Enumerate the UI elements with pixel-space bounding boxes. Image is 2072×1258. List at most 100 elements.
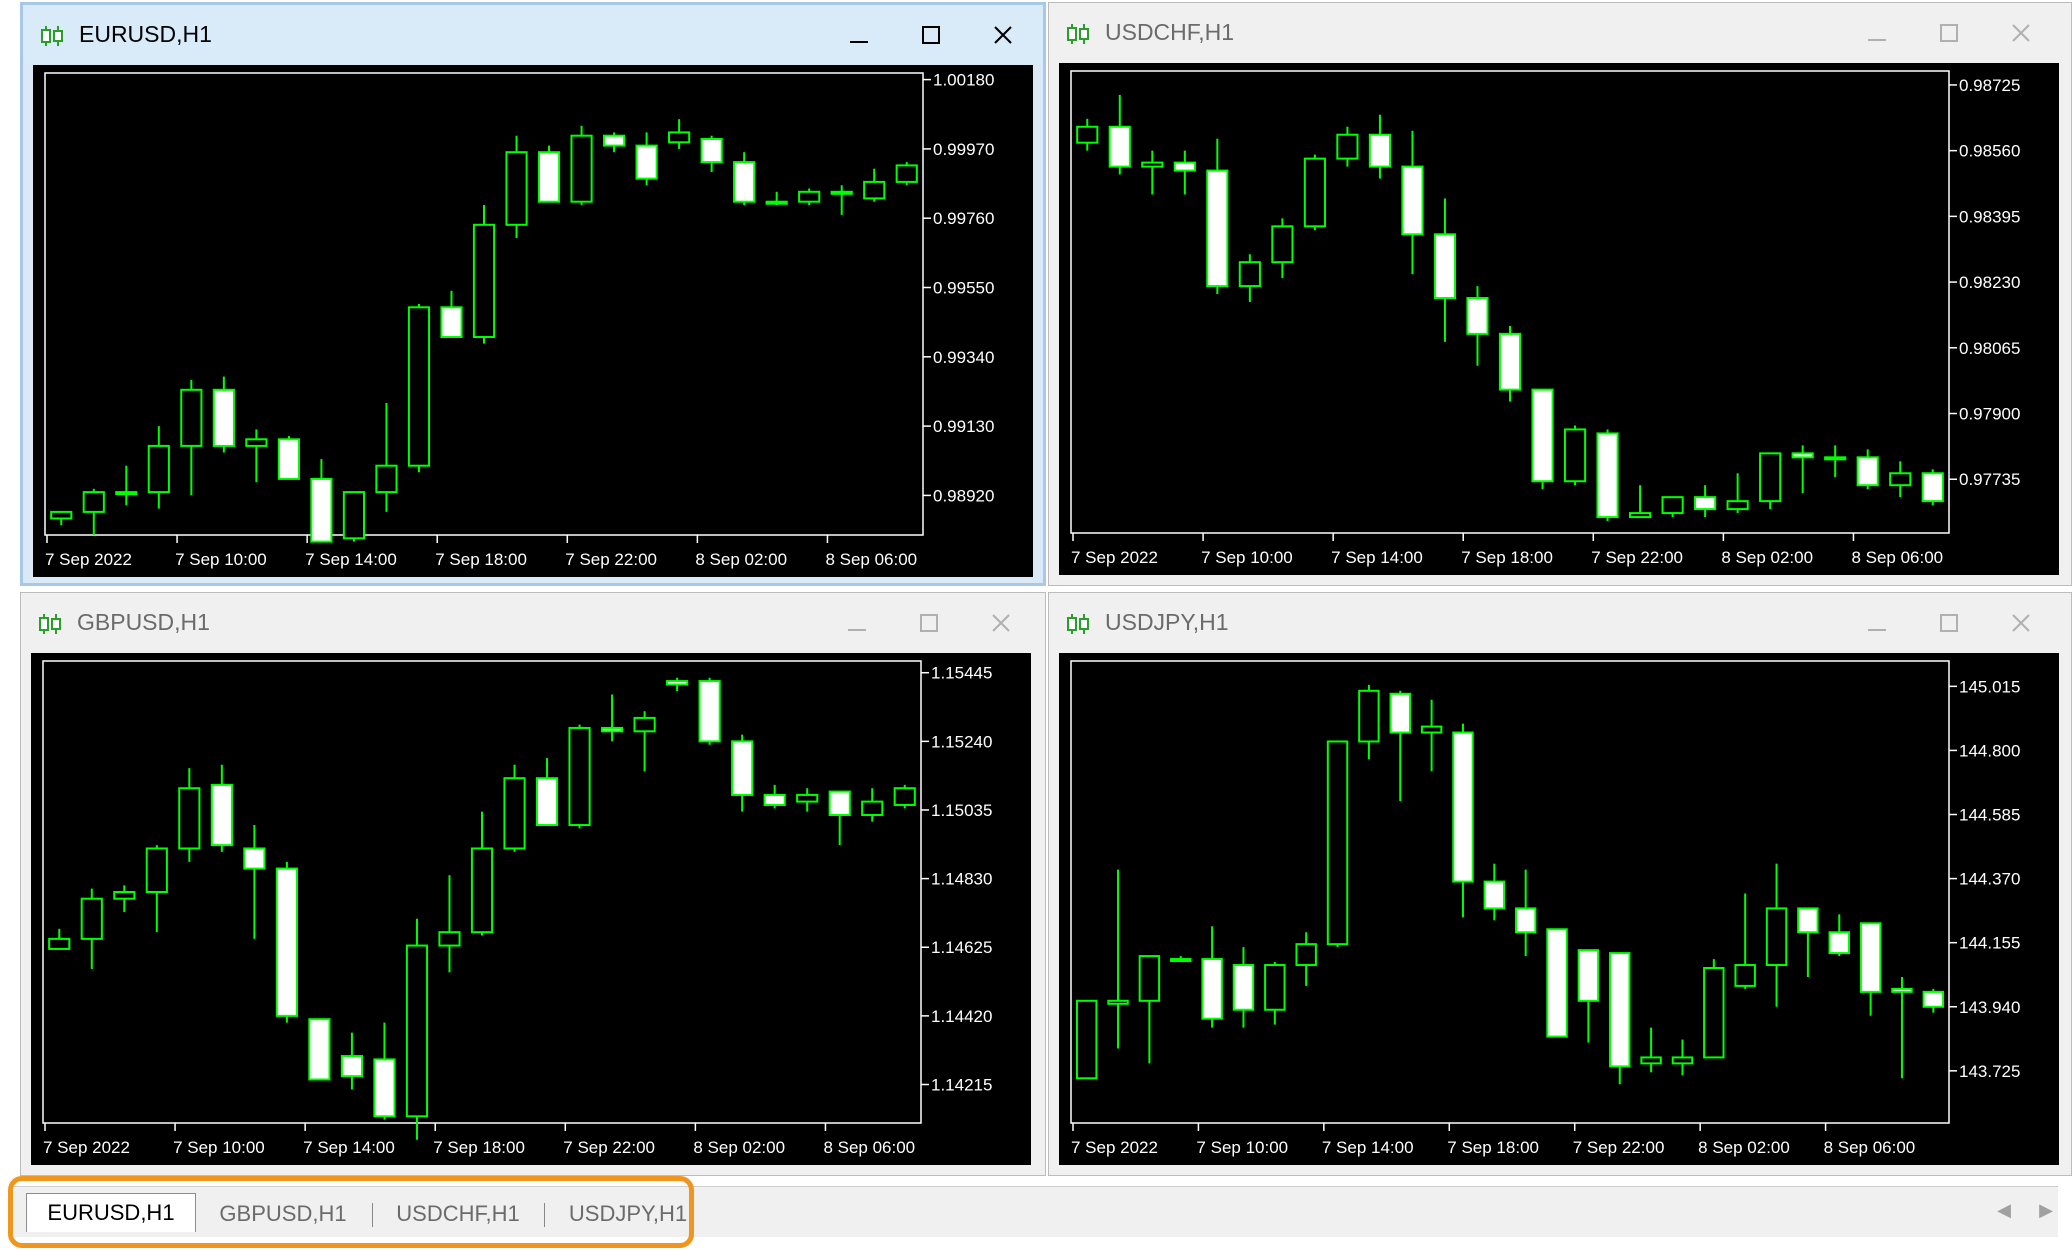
candle bbox=[1401, 130, 1424, 275]
maximize-icon bbox=[920, 614, 938, 632]
minimize-button[interactable] bbox=[1857, 607, 1897, 639]
candle-body bbox=[1514, 907, 1537, 934]
candle-body bbox=[600, 726, 624, 733]
candle bbox=[342, 491, 366, 542]
minimize-button[interactable] bbox=[1857, 17, 1897, 49]
time-label: 7 Sep 22:00 bbox=[563, 1138, 655, 1157]
candle-body bbox=[765, 200, 788, 205]
candle bbox=[1856, 449, 1879, 490]
price-label: 0.99340 bbox=[933, 348, 994, 367]
candle-body bbox=[1483, 880, 1506, 910]
candle-body bbox=[763, 793, 786, 806]
candle-body bbox=[1206, 169, 1229, 288]
chart-area[interactable]: 1.15445 1.15240 1.15035 1.14830 1.14625 1.144… bbox=[31, 653, 1031, 1165]
candle bbox=[1759, 452, 1782, 510]
candle-body bbox=[405, 944, 429, 1118]
candle bbox=[407, 304, 431, 473]
candle bbox=[733, 152, 756, 205]
candle-body bbox=[1420, 725, 1443, 734]
time-label: 8 Sep 02:00 bbox=[1721, 548, 1813, 567]
candle-body bbox=[1075, 999, 1098, 1080]
candle bbox=[178, 768, 201, 862]
candle bbox=[503, 764, 526, 852]
minimize-icon bbox=[848, 629, 866, 631]
candle bbox=[1703, 959, 1725, 1059]
chart-window-usdchf[interactable]: USDCHF,H1 0.98725 0.98560 0.98395 0.98230 0.… bbox=[1048, 2, 2072, 586]
candle-body bbox=[1466, 297, 1489, 335]
chart-window-eurusd[interactable]: EURUSD,H1 1.00180 0.99970 0.99760 0.99550 0.… bbox=[20, 2, 1046, 586]
candle-body bbox=[1108, 125, 1131, 168]
price-chart-svg: 1.15445 1.15240 1.15035 1.14830 1.14625 1.144… bbox=[42, 660, 992, 1157]
candle-body bbox=[1563, 428, 1587, 483]
close-button[interactable] bbox=[2001, 607, 2041, 639]
time-label: 8 Sep 06:00 bbox=[1851, 548, 1943, 567]
candle bbox=[1201, 926, 1223, 1028]
title-bar[interactable]: GBPUSD,H1 bbox=[21, 593, 1045, 651]
candle bbox=[1828, 914, 1850, 957]
chart-area[interactable]: 1.00180 0.99970 0.99760 0.99550 0.99340 0.991… bbox=[33, 65, 1033, 577]
chart-window-usdjpy[interactable]: USDJPY,H1 145.015 144.800 144.585 144.370 14… bbox=[1048, 592, 2072, 1176]
candle bbox=[895, 162, 918, 186]
candle bbox=[1466, 286, 1489, 366]
candle-body bbox=[535, 777, 559, 827]
title-bar[interactable]: USDCHF,H1 bbox=[1049, 3, 2071, 61]
chart-window-gbpusd[interactable]: GBPUSD,H1 1.15445 1.15240 1.15035 1.14830 1.… bbox=[20, 592, 1046, 1176]
candle bbox=[1734, 893, 1756, 989]
candle-body bbox=[340, 1055, 364, 1078]
title-bar[interactable]: EURUSD,H1 bbox=[23, 5, 1043, 63]
price-label: 0.98065 bbox=[1959, 339, 2020, 358]
candle bbox=[698, 677, 721, 745]
scroll-right-icon[interactable]: ▶ bbox=[2036, 1200, 2056, 1220]
maximize-button[interactable] bbox=[911, 19, 951, 51]
price-label: 144.585 bbox=[1959, 806, 2020, 825]
close-button[interactable] bbox=[981, 607, 1021, 639]
candle-body bbox=[1596, 432, 1619, 519]
candle-body bbox=[180, 388, 203, 447]
candle bbox=[635, 132, 658, 186]
candle bbox=[1264, 962, 1286, 1025]
candle-body bbox=[178, 787, 201, 850]
close-button[interactable] bbox=[983, 19, 1023, 51]
candle bbox=[277, 436, 300, 480]
candlestick-chart-icon bbox=[41, 26, 63, 46]
maximize-button[interactable] bbox=[909, 607, 949, 639]
maximize-button[interactable] bbox=[1929, 17, 1969, 49]
candle bbox=[1420, 699, 1443, 772]
minimize-button[interactable] bbox=[839, 19, 879, 51]
candle-body bbox=[1828, 931, 1850, 955]
time-label: 7 Sep 2022 bbox=[1071, 548, 1158, 567]
candle bbox=[1694, 485, 1717, 518]
candle bbox=[48, 928, 71, 950]
candle-body bbox=[1628, 512, 1652, 519]
time-label: 7 Sep 18:00 bbox=[1461, 548, 1553, 567]
candle bbox=[1531, 388, 1554, 490]
chart-area[interactable]: 0.98725 0.98560 0.98395 0.98230 0.98065 0.979… bbox=[1059, 63, 2059, 575]
candle-body bbox=[48, 937, 71, 950]
scroll-left-icon[interactable]: ◀ bbox=[1994, 1200, 2014, 1220]
title-bar[interactable]: USDJPY,H1 bbox=[1049, 593, 2071, 651]
maximize-icon bbox=[922, 26, 940, 44]
minimize-button[interactable] bbox=[837, 607, 877, 639]
chart-area[interactable]: 145.015 144.800 144.585 144.370 144.155 143.9… bbox=[1059, 653, 2059, 1165]
candle bbox=[1358, 684, 1380, 760]
candle bbox=[113, 885, 136, 913]
candle-body bbox=[1498, 332, 1522, 391]
time-label: 7 Sep 22:00 bbox=[1591, 548, 1683, 567]
candle bbox=[212, 376, 235, 453]
candle bbox=[115, 465, 138, 506]
candle bbox=[1107, 869, 1129, 1049]
close-button[interactable] bbox=[2001, 17, 2041, 49]
candle bbox=[405, 918, 429, 1140]
maximize-button[interactable] bbox=[1929, 607, 1969, 639]
time-label: 7 Sep 10:00 bbox=[173, 1138, 265, 1157]
candle-body bbox=[407, 306, 431, 467]
candle bbox=[600, 694, 624, 742]
price-chart-svg: 0.98725 0.98560 0.98395 0.98230 0.98065 0.979… bbox=[1070, 70, 2020, 567]
plot-border bbox=[1070, 70, 1950, 534]
candle bbox=[1514, 869, 1537, 957]
candle bbox=[1577, 949, 1600, 1043]
candle bbox=[1336, 126, 1359, 167]
candle-body bbox=[438, 931, 461, 947]
price-label: 1.14420 bbox=[931, 1007, 992, 1026]
candle bbox=[1671, 1039, 1694, 1076]
